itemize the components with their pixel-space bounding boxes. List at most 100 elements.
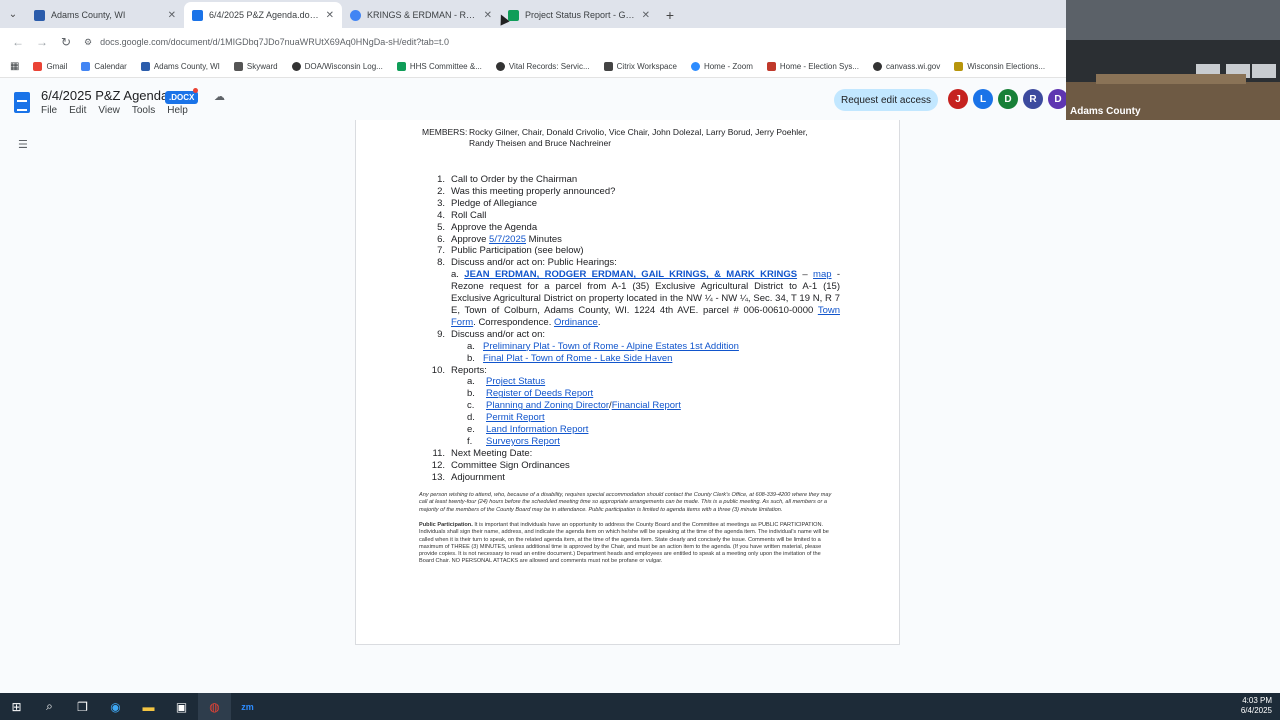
bookmark-adams-county[interactable]: Adams County, WI (140, 62, 220, 71)
tab-title: Project Status Report - Google (525, 10, 638, 20)
bookmark-doa[interactable]: DOA/Wisconsin Log... (291, 62, 383, 71)
tab-search-icon[interactable]: ⌄ (0, 0, 26, 28)
search-icon[interactable]: ⌕ (33, 693, 66, 720)
avatar[interactable]: R (1023, 89, 1043, 109)
bookmark-calendar[interactable]: Calendar (81, 62, 127, 71)
pz-director-link[interactable]: Planning and Zoning Director (486, 400, 609, 411)
video-participant-name: Adams County (1070, 106, 1141, 117)
cloud-status-icon[interactable]: ☁ (214, 90, 225, 103)
register-of-deeds-link[interactable]: Register of Deeds Report (486, 388, 593, 400)
chrome-icon[interactable]: ◍ (198, 693, 231, 720)
menu-tools[interactable]: Tools (132, 105, 155, 116)
preliminary-plat-link[interactable]: Preliminary Plat - Town of Rome - Alpine… (483, 341, 739, 353)
apps-grid-icon[interactable]: ▦ (10, 61, 19, 72)
list-item: 10. Reports: (431, 364, 487, 376)
close-tab-icon[interactable]: ✕ (326, 10, 334, 21)
agenda-list: 1. Call to Order by the Chairman 2. Was th… (428, 174, 840, 484)
menu-edit[interactable]: Edit (69, 105, 86, 116)
close-tab-icon[interactable]: ✕ (642, 10, 650, 21)
tab-project-status[interactable]: Project Status Report - Google ✕ (500, 2, 658, 28)
video-feed-overlay: Adams County (1066, 0, 1280, 120)
collaborator-avatars: J L D R D (948, 89, 1068, 109)
bookmark-zoom[interactable]: Home - Zoom (690, 62, 753, 71)
bookmark-wi-elections[interactable]: Wisconsin Elections... (954, 62, 1045, 71)
maps-favicon-icon (350, 9, 361, 21)
document-title[interactable]: 6/4/2025 P&Z Agenda (41, 88, 168, 103)
forward-arrow-icon[interactable]: → (30, 35, 54, 49)
list-item: b. Final Plat - Town of Rome - Lake Side … (467, 352, 673, 365)
edge-browser-icon[interactable]: ◉ (99, 693, 132, 720)
zoom-icon[interactable]: zm (231, 693, 264, 720)
reload-icon[interactable]: ↻ (54, 35, 78, 49)
avatar[interactable]: L (973, 89, 993, 109)
tab-title: KRINGS & ERDMAN - REZONE (367, 10, 480, 20)
bookmark-hhs[interactable]: HHS Committee &... (396, 62, 482, 71)
system-clock[interactable]: 4:03 PM 6/4/2025 (1241, 696, 1272, 716)
close-tab-icon[interactable]: ✕ (168, 10, 176, 21)
site-info-icon[interactable]: ⚙ (84, 37, 92, 48)
list-item: 5. Approve the Agenda (437, 221, 538, 233)
ordinance-link[interactable]: Ordinance (554, 317, 598, 328)
bookmark-skyward[interactable]: Skyward (233, 62, 278, 71)
tab-title: Adams County, WI (51, 10, 126, 20)
back-arrow-icon[interactable]: ← (6, 35, 30, 49)
address-bar-row: ← → ↻ ⚙ docs.google.com/document/d/1MIGD… (0, 28, 1066, 56)
google-sheets-favicon-icon (508, 9, 519, 21)
map-link[interactable]: map (813, 269, 831, 280)
docx-badge: .DOCX (165, 91, 199, 104)
new-tab-plus-icon[interactable]: + (658, 2, 682, 28)
bookmark-citrix[interactable]: Citrix Workspace (603, 62, 677, 71)
request-edit-access-button[interactable]: Request edit access (834, 89, 938, 111)
tab-pz-agenda[interactable]: 6/4/2025 P&Z Agenda.docx - G ✕ (184, 2, 342, 28)
task-view-icon[interactable]: ❐ (66, 693, 99, 720)
windows-start-icon[interactable]: ⊞ (0, 693, 33, 720)
permit-report-link[interactable]: Permit Report (486, 412, 545, 424)
tab-krings-erdman[interactable]: KRINGS & ERDMAN - REZONE ✕ (342, 2, 500, 28)
clock-date: 6/4/2025 (1240, 706, 1272, 715)
avatar[interactable]: D (1048, 89, 1068, 109)
windows-taskbar: ⊞ ⌕ ❐ ◉ ▬ ▣ ◍ zm (0, 693, 1280, 720)
adams-county-icon (140, 62, 150, 71)
calendar-icon (81, 62, 91, 71)
land-information-link[interactable]: Land Information Report (486, 424, 588, 436)
browser-tab-strip: ⌄ Adams County, WI ✕ 6/4/2025 P&Z Agenda… (0, 0, 1066, 28)
avatar[interactable]: D (998, 89, 1018, 109)
list-item: 9. Discuss and/or act on: (437, 328, 545, 340)
financial-report-link[interactable]: Financial Report (612, 400, 681, 411)
krings-erdman-link[interactable]: JEAN ERDMAN, RODGER ERDMAN, GAIL KRINGS,… (464, 269, 797, 280)
store-icon[interactable]: ▣ (165, 693, 198, 720)
video-wall (1066, 0, 1280, 40)
google-docs-logo-icon[interactable] (14, 92, 30, 113)
minutes-link[interactable]: 5/7/2025 (489, 234, 526, 245)
url-field[interactable]: ⚙ docs.google.com/document/d/1MIGDbq7JDo… (84, 37, 449, 48)
project-status-link[interactable]: Project Status (486, 376, 545, 388)
video-table (1096, 74, 1246, 84)
globe-icon (873, 62, 882, 71)
zoom-icon (690, 62, 700, 71)
election-icon (766, 62, 776, 71)
list-item: 6. Approve 5/7/2025 Minutes (437, 233, 562, 245)
menu-view[interactable]: View (98, 105, 120, 116)
surveyors-report-link[interactable]: Surveyors Report (486, 436, 560, 448)
menu-help[interactable]: Help (167, 105, 188, 116)
close-tab-icon[interactable]: ✕ (484, 10, 492, 21)
list-item: a. Preliminary Plat - Town of Rome - Alpi… (467, 340, 739, 353)
menu-file[interactable]: File (41, 105, 57, 116)
file-explorer-icon[interactable]: ▬ (132, 693, 165, 720)
public-hearing-item: a. JEAN ERDMAN, RODGER ERDMAN, GAIL KRIN… (451, 269, 841, 328)
vital-records-icon (495, 62, 505, 71)
document-outline-icon[interactable]: ☰ (18, 138, 28, 151)
bookmark-gmail[interactable]: Gmail (33, 62, 67, 71)
sheets-icon (396, 62, 406, 71)
adams-county-favicon-icon (34, 9, 45, 21)
tab-adams-county[interactable]: Adams County, WI ✕ (26, 2, 184, 28)
final-plat-link[interactable]: Final Plat - Town of Rome - Lake Side Ha… (483, 353, 672, 365)
bookmark-election[interactable]: Home - Election Sys... (766, 62, 859, 71)
bookmark-vital-records[interactable]: Vital Records: Servic... (495, 62, 590, 71)
docs-menu-bar: File Edit View Tools Help (41, 105, 188, 116)
list-item: 2. Was this meeting properly announced? (437, 185, 616, 197)
bookmark-canvass[interactable]: canvass.wi.gov (873, 62, 940, 71)
wi-elections-icon (954, 62, 964, 71)
avatar[interactable]: J (948, 89, 968, 109)
clock-time: 4:03 PM (1242, 696, 1272, 705)
